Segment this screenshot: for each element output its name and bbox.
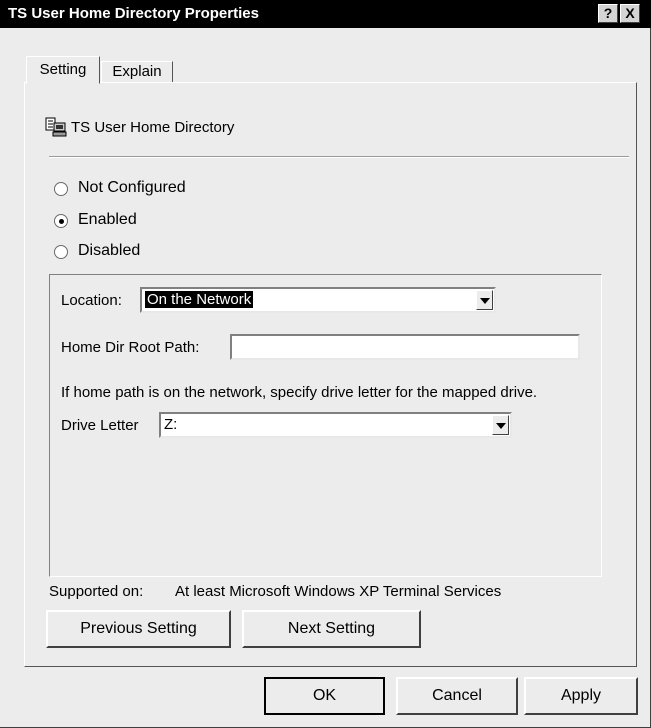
location-label: Location: — [61, 292, 122, 309]
policy-name: TS User Home Directory — [71, 119, 235, 136]
location-dropdown-button[interactable] — [476, 290, 493, 310]
next-setting-button[interactable]: Next Setting — [242, 610, 421, 648]
supported-on-value: At least Microsoft Windows XP Terminal S… — [175, 583, 502, 600]
cancel-button[interactable]: Cancel — [396, 677, 518, 715]
home-dir-label: Home Dir Root Path: — [61, 339, 200, 356]
policy-computer-icon — [45, 117, 67, 137]
radio-enabled-label[interactable]: Enabled — [78, 211, 137, 229]
location-value: On the Network — [145, 291, 254, 308]
radio-not-configured-label[interactable]: Not Configured — [78, 179, 186, 197]
drive-letter-value: Z: — [164, 416, 178, 433]
tab-setting-label: Setting — [39, 61, 87, 78]
drive-letter-dropdown-button[interactable] — [492, 415, 509, 435]
drive-help-text: If home path is on the network, specify … — [61, 384, 538, 401]
apply-button[interactable]: Apply — [524, 677, 638, 715]
chevron-down-icon — [480, 298, 490, 304]
setting-panel: TS User Home Directory Not Configured En… — [24, 82, 637, 667]
supported-on-label: Supported on: — [49, 583, 144, 600]
close-button[interactable]: X — [620, 4, 640, 23]
tab-explain[interactable]: Explain — [101, 61, 173, 83]
header-divider — [49, 156, 629, 158]
radio-disabled-label[interactable]: Disabled — [78, 242, 140, 260]
tab-explain-label: Explain — [112, 63, 162, 80]
home-dir-input[interactable] — [230, 334, 580, 360]
drive-letter-label: Drive Letter — [61, 417, 139, 434]
properties-dialog: TS User Home Directory Properties ? X Se… — [0, 0, 651, 728]
previous-setting-button[interactable]: Previous Setting — [46, 610, 231, 648]
radio-disabled[interactable] — [54, 245, 68, 259]
window-title: TS User Home Directory Properties — [8, 5, 259, 22]
options-group: Location: On the Network Home Dir Root P… — [49, 274, 602, 577]
location-select[interactable]: On the Network — [140, 287, 496, 313]
drive-letter-select[interactable]: Z: — [159, 412, 512, 438]
chevron-down-icon — [496, 423, 506, 429]
radio-not-configured[interactable] — [54, 182, 68, 196]
tab-setting[interactable]: Setting — [26, 56, 100, 84]
ok-button[interactable]: OK — [264, 677, 385, 715]
radio-enabled[interactable] — [54, 214, 68, 228]
help-button[interactable]: ? — [598, 4, 618, 23]
title-bar[interactable]: TS User Home Directory Properties ? X — [0, 0, 651, 28]
